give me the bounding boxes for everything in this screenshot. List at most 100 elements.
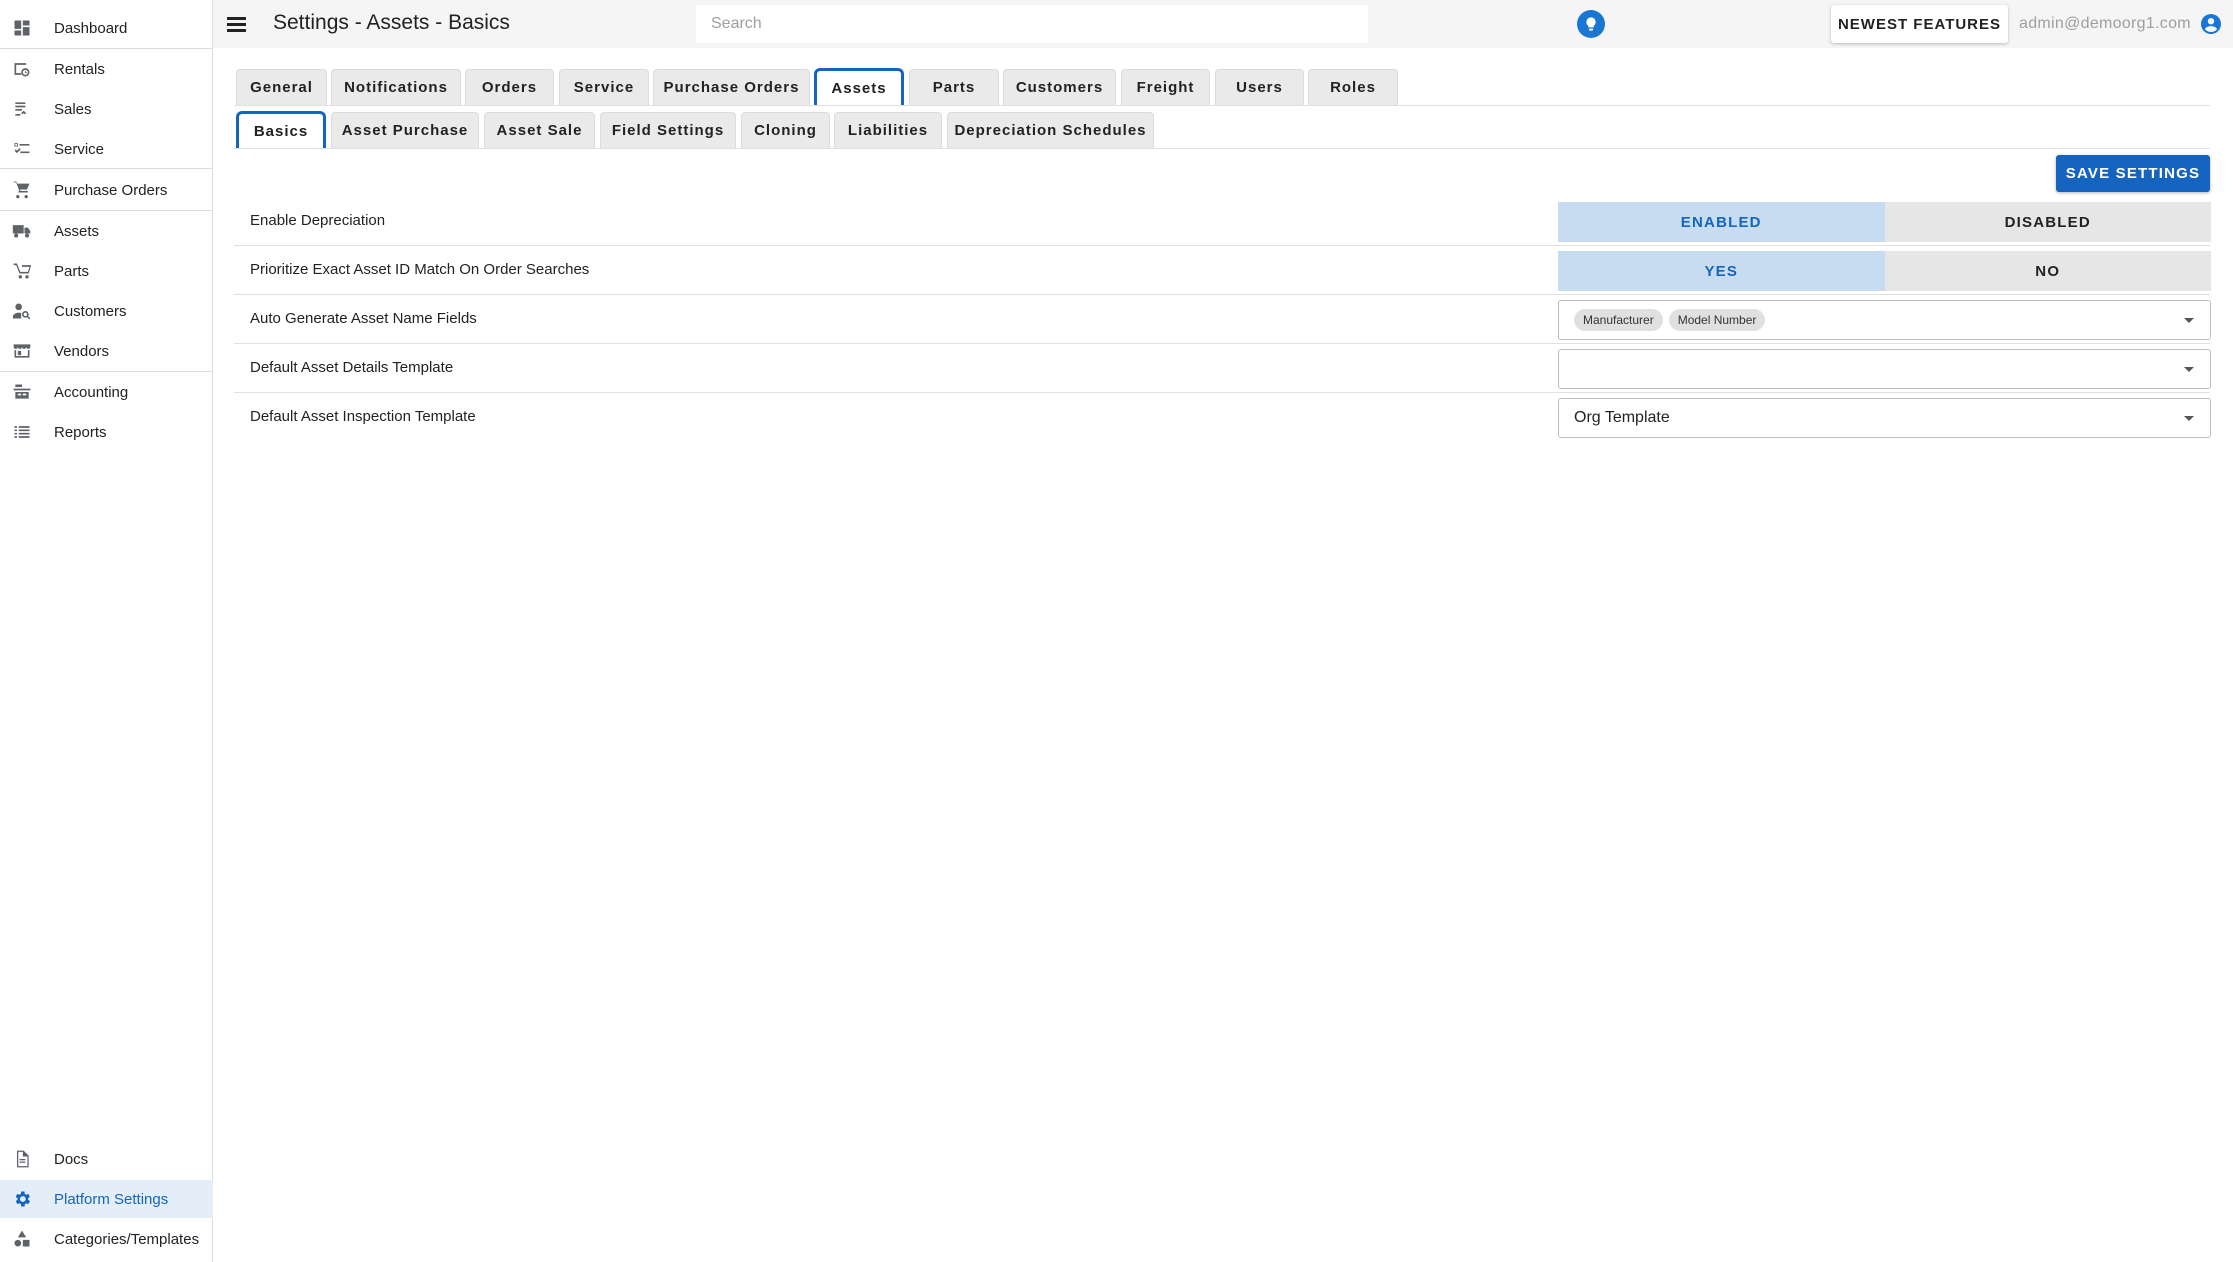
account-icon[interactable] — [2199, 12, 2223, 36]
yes-option[interactable]: YES — [1558, 251, 1885, 291]
sidebar-item-label: Docs — [54, 1150, 89, 1168]
sidebar-item-label: Accounting — [54, 383, 129, 401]
sidebar-item-label: Vendors — [54, 342, 110, 360]
rentals-icon — [12, 59, 32, 79]
sidebar-item-rentals[interactable]: Rentals — [0, 50, 213, 88]
default-details-template-select[interactable] — [1558, 349, 2211, 389]
sidebar-item-label: Sales — [54, 100, 92, 118]
sidebar-item-label: Customers — [54, 302, 127, 320]
lightbulb-icon[interactable] — [1577, 10, 1605, 38]
sidebar-item-purchase-orders[interactable]: Purchase Orders — [0, 171, 213, 209]
setting-label: Auto Generate Asset Name Fields — [250, 310, 477, 327]
setting-row-enable-depreciation: Enable Depreciation ENABLED DISABLED — [234, 197, 2211, 246]
user-email: admin@demoorg1.com — [2019, 15, 2191, 32]
sidebar-item-label: Platform Settings — [54, 1190, 169, 1208]
sidebar-item-assets[interactable]: Assets — [0, 212, 213, 250]
sidebar-item-reports[interactable]: Reports — [0, 413, 213, 451]
menu-icon[interactable] — [225, 12, 249, 36]
page-title: Settings - Assets - Basics — [273, 11, 510, 34]
sidebar-item-label: Rentals — [54, 60, 105, 78]
sidebar-item-customers[interactable]: Customers — [0, 292, 213, 330]
sidebar-item-label: Reports — [54, 423, 107, 441]
sidebar-item-accounting[interactable]: Accounting — [0, 373, 213, 411]
sidebar-item-vendors[interactable]: Vendors — [0, 332, 213, 370]
subtab-asset-purchase[interactable]: Asset Purchase — [331, 112, 479, 148]
subtab-cloning[interactable]: Cloning — [741, 112, 830, 148]
subtab-asset-sale[interactable]: Asset Sale — [484, 112, 595, 148]
enable-depreciation-toggle: ENABLED DISABLED — [1558, 202, 2211, 242]
dropdown-arrow-icon — [2184, 416, 2194, 421]
subtab-basics[interactable]: Basics — [236, 111, 326, 149]
vendors-icon — [12, 341, 32, 361]
sidebar-item-label: Dashboard — [54, 19, 128, 37]
gear-icon — [12, 1189, 32, 1209]
setting-label: Prioritize Exact Asset ID Match On Order… — [250, 261, 590, 278]
tab-divider — [234, 105, 2210, 106]
sidebar-divider — [0, 371, 213, 372]
save-settings-button[interactable]: SAVE SETTINGS — [2056, 155, 2210, 192]
default-inspection-template-select[interactable]: Org Template — [1558, 398, 2211, 438]
sidebar-item-label: Service — [54, 140, 105, 158]
sidebar-item-label: Purchase Orders — [54, 181, 168, 199]
tab-notifications[interactable]: Notifications — [331, 69, 461, 105]
chip-list: Manufacturer Model Number — [1574, 309, 1766, 331]
accounting-icon — [12, 382, 32, 402]
sidebar-divider — [0, 48, 213, 49]
chip-manufacturer[interactable]: Manufacturer — [1574, 309, 1663, 331]
tab-customers[interactable]: Customers — [1003, 69, 1116, 105]
select-value: Org Template — [1574, 409, 1670, 426]
sidebar-item-dashboard[interactable]: Dashboard — [0, 9, 213, 47]
setting-label: Default Asset Inspection Template — [250, 408, 476, 425]
setting-row-default-inspection-template: Default Asset Inspection Template Org Te… — [234, 393, 2211, 442]
sidebar-divider — [0, 168, 213, 169]
newest-features-button[interactable]: NEWEST FEATURES — [1831, 5, 2008, 43]
disabled-option[interactable]: DISABLED — [1884, 202, 2211, 242]
sidebar: Dashboard Rentals Sales Service Purchase… — [0, 0, 213, 1262]
sidebar-item-service[interactable]: Service — [0, 130, 213, 168]
sidebar-item-sales[interactable]: Sales — [0, 90, 213, 128]
no-option[interactable]: NO — [1884, 251, 2211, 291]
sidebar-item-parts[interactable]: Parts — [0, 252, 213, 290]
truck-icon — [12, 221, 32, 241]
tab-orders[interactable]: Orders — [465, 69, 554, 105]
service-icon — [12, 139, 32, 159]
tab-general[interactable]: General — [236, 69, 327, 105]
search-input[interactable] — [696, 5, 1368, 43]
tab-roles[interactable]: Roles — [1308, 69, 1398, 105]
sales-icon — [12, 99, 32, 119]
shapes-icon — [12, 1229, 32, 1249]
setting-label: Default Asset Details Template — [250, 359, 454, 376]
dashboard-icon — [12, 18, 32, 38]
sidebar-item-label: Assets — [54, 222, 100, 240]
customer-search-icon — [12, 301, 32, 321]
enabled-option[interactable]: ENABLED — [1558, 202, 1885, 242]
subtab-depreciation-schedules[interactable]: Depreciation Schedules — [947, 112, 1154, 148]
sidebar-item-platform-settings[interactable]: Platform Settings — [0, 1180, 213, 1218]
sidebar-item-docs[interactable]: Docs — [0, 1140, 213, 1178]
tab-purchase-orders[interactable]: Purchase Orders — [653, 69, 810, 105]
setting-label: Enable Depreciation — [250, 212, 386, 229]
subtab-field-settings[interactable]: Field Settings — [600, 112, 736, 148]
auto-generate-name-select[interactable]: Manufacturer Model Number — [1558, 300, 2211, 340]
dropdown-arrow-icon — [2184, 318, 2194, 323]
sidebar-item-label: Parts — [54, 262, 90, 280]
sidebar-divider — [0, 210, 213, 211]
sidebar-item-categories-templates[interactable]: Categories/Templates — [0, 1220, 213, 1258]
tab-service[interactable]: Service — [559, 69, 649, 105]
setting-row-auto-generate-name: Auto Generate Asset Name Fields Manufact… — [234, 295, 2211, 344]
chip-model-number[interactable]: Model Number — [1668, 309, 1766, 331]
dropdown-arrow-icon — [2184, 367, 2194, 372]
tab-users[interactable]: Users — [1215, 69, 1304, 105]
subtab-divider — [234, 148, 2210, 149]
document-icon — [12, 1149, 32, 1169]
tab-parts[interactable]: Parts — [909, 69, 999, 105]
setting-row-default-details-template: Default Asset Details Template — [234, 344, 2211, 393]
sidebar-item-label: Categories/Templates — [54, 1230, 200, 1248]
prioritize-exact-match-toggle: YES NO — [1558, 251, 2211, 291]
setting-row-prioritize-exact-match: Prioritize Exact Asset ID Match On Order… — [234, 246, 2211, 295]
cart-icon — [12, 180, 32, 200]
tab-assets[interactable]: Assets — [814, 68, 904, 106]
subtab-liabilities[interactable]: Liabilities — [834, 112, 942, 148]
list-icon — [12, 422, 32, 442]
tab-freight[interactable]: Freight — [1121, 69, 1210, 105]
